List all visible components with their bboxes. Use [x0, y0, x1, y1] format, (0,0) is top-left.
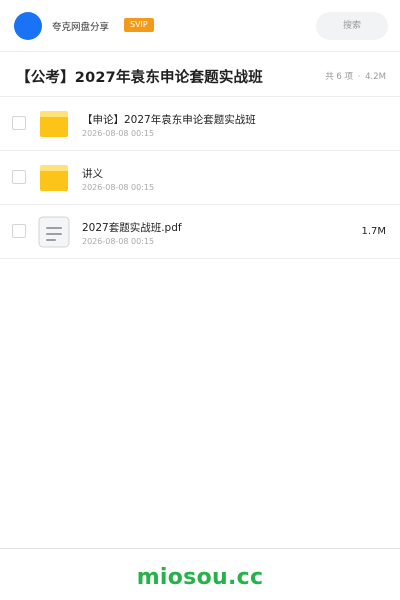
site-watermark[interactable]: miosou.cc	[0, 565, 400, 590]
brand-name: 夸克网盘分享	[52, 22, 110, 33]
top-header: 夸克网盘分享 SVIP 搜索	[0, 0, 400, 52]
footer-bar: miosou.cc	[0, 548, 400, 600]
file-name[interactable]: 2027套题实战班.pdf	[82, 220, 182, 235]
list-item[interactable]: 【申论】2027年袁东申论套题实战班 2026-08-08 00:15	[0, 97, 400, 151]
share-meta: 共 6 项 · 4.2M	[325, 70, 386, 82]
share-title-bar: 【公考】2027年袁东申论套题实战班 共 6 项 · 4.2M	[0, 52, 400, 97]
total-size: 4.2M	[365, 72, 386, 82]
file-date: 2026-08-08 00:15	[82, 237, 155, 246]
avatar[interactable]	[14, 12, 42, 40]
item-count: 共 6 项	[325, 72, 354, 82]
file-list: 【申论】2027年袁东申论套题实战班 2026-08-08 00:15 讲义 2…	[0, 97, 400, 259]
select-checkbox[interactable]	[12, 170, 26, 184]
list-item[interactable]: 讲义 2026-08-08 00:15	[0, 151, 400, 205]
file-date: 2026-08-08 00:15	[82, 129, 155, 138]
select-checkbox[interactable]	[12, 224, 26, 238]
select-checkbox[interactable]	[12, 116, 26, 130]
file-name[interactable]: 【申论】2027年袁东申论套题实战班	[82, 112, 256, 127]
meta-separator: ·	[357, 72, 361, 82]
file-size: 1.7M	[361, 226, 386, 237]
file-name[interactable]: 讲义	[82, 166, 103, 181]
folder-icon	[40, 165, 68, 191]
svip-badge: SVIP	[124, 18, 154, 32]
document-icon	[38, 216, 70, 248]
file-date: 2026-08-08 00:15	[82, 183, 155, 192]
share-page: 夸克网盘分享 SVIP 搜索 【公考】2027年袁东申论套题实战班 共 6 项 …	[0, 0, 400, 600]
folder-icon	[40, 111, 68, 137]
search-button[interactable]: 搜索	[316, 12, 388, 40]
share-title: 【公考】2027年袁东申论套题实战班	[16, 70, 263, 86]
list-item[interactable]: 2027套题实战班.pdf 2026-08-08 00:15 1.7M	[0, 205, 400, 259]
